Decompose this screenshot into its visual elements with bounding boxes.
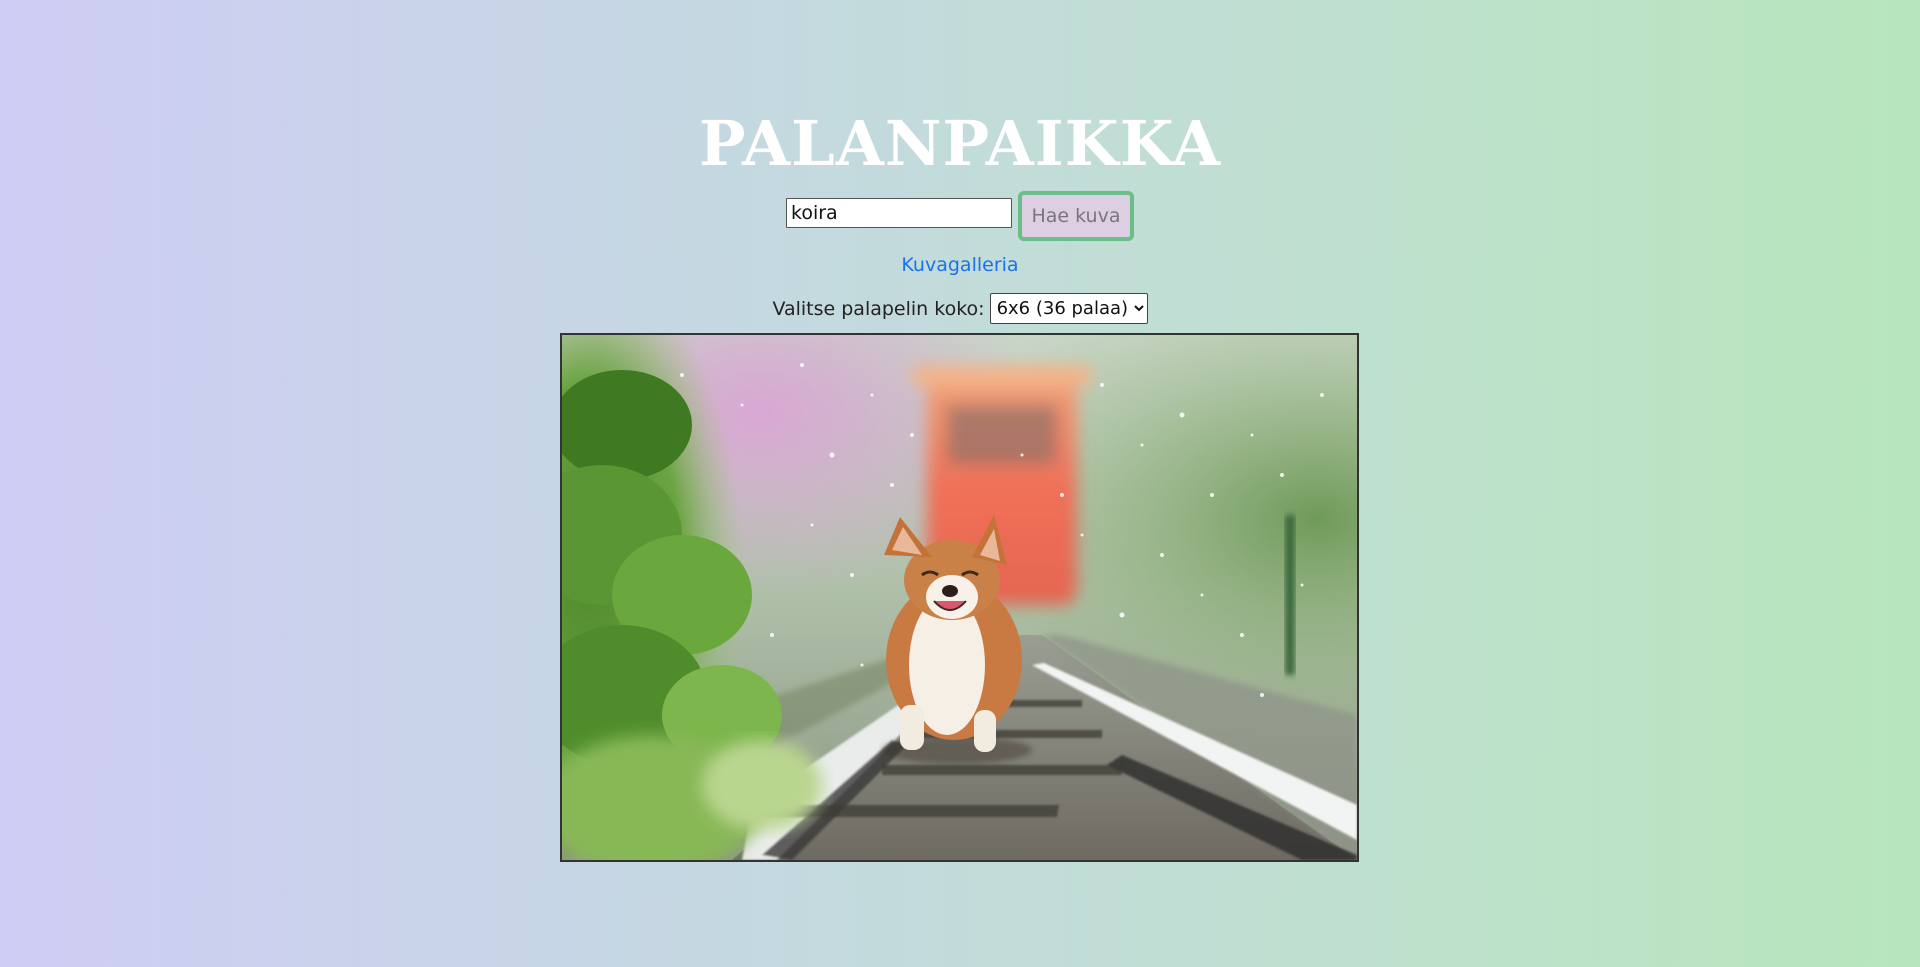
puzzle-size-select[interactable]: 6x6 (36 palaa): [989, 293, 1148, 324]
puzzle-size-row: Valitse palapelin koko: 6x6 (36 palaa): [0, 293, 1920, 324]
search-row: Hae kuva: [0, 187, 1920, 241]
search-input[interactable]: [786, 198, 1012, 228]
gallery-link[interactable]: Kuvagalleria: [901, 254, 1018, 276]
corgi-photo: [562, 335, 1357, 860]
gallery-link-row: Kuvagalleria: [0, 252, 1920, 278]
puzzle-size-label: Valitse palapelin koko:: [772, 297, 985, 320]
app-title: PALANPAIKKA: [698, 107, 1222, 180]
puzzle-image[interactable]: [560, 333, 1359, 862]
search-image-button[interactable]: Hae kuva: [1018, 191, 1134, 241]
